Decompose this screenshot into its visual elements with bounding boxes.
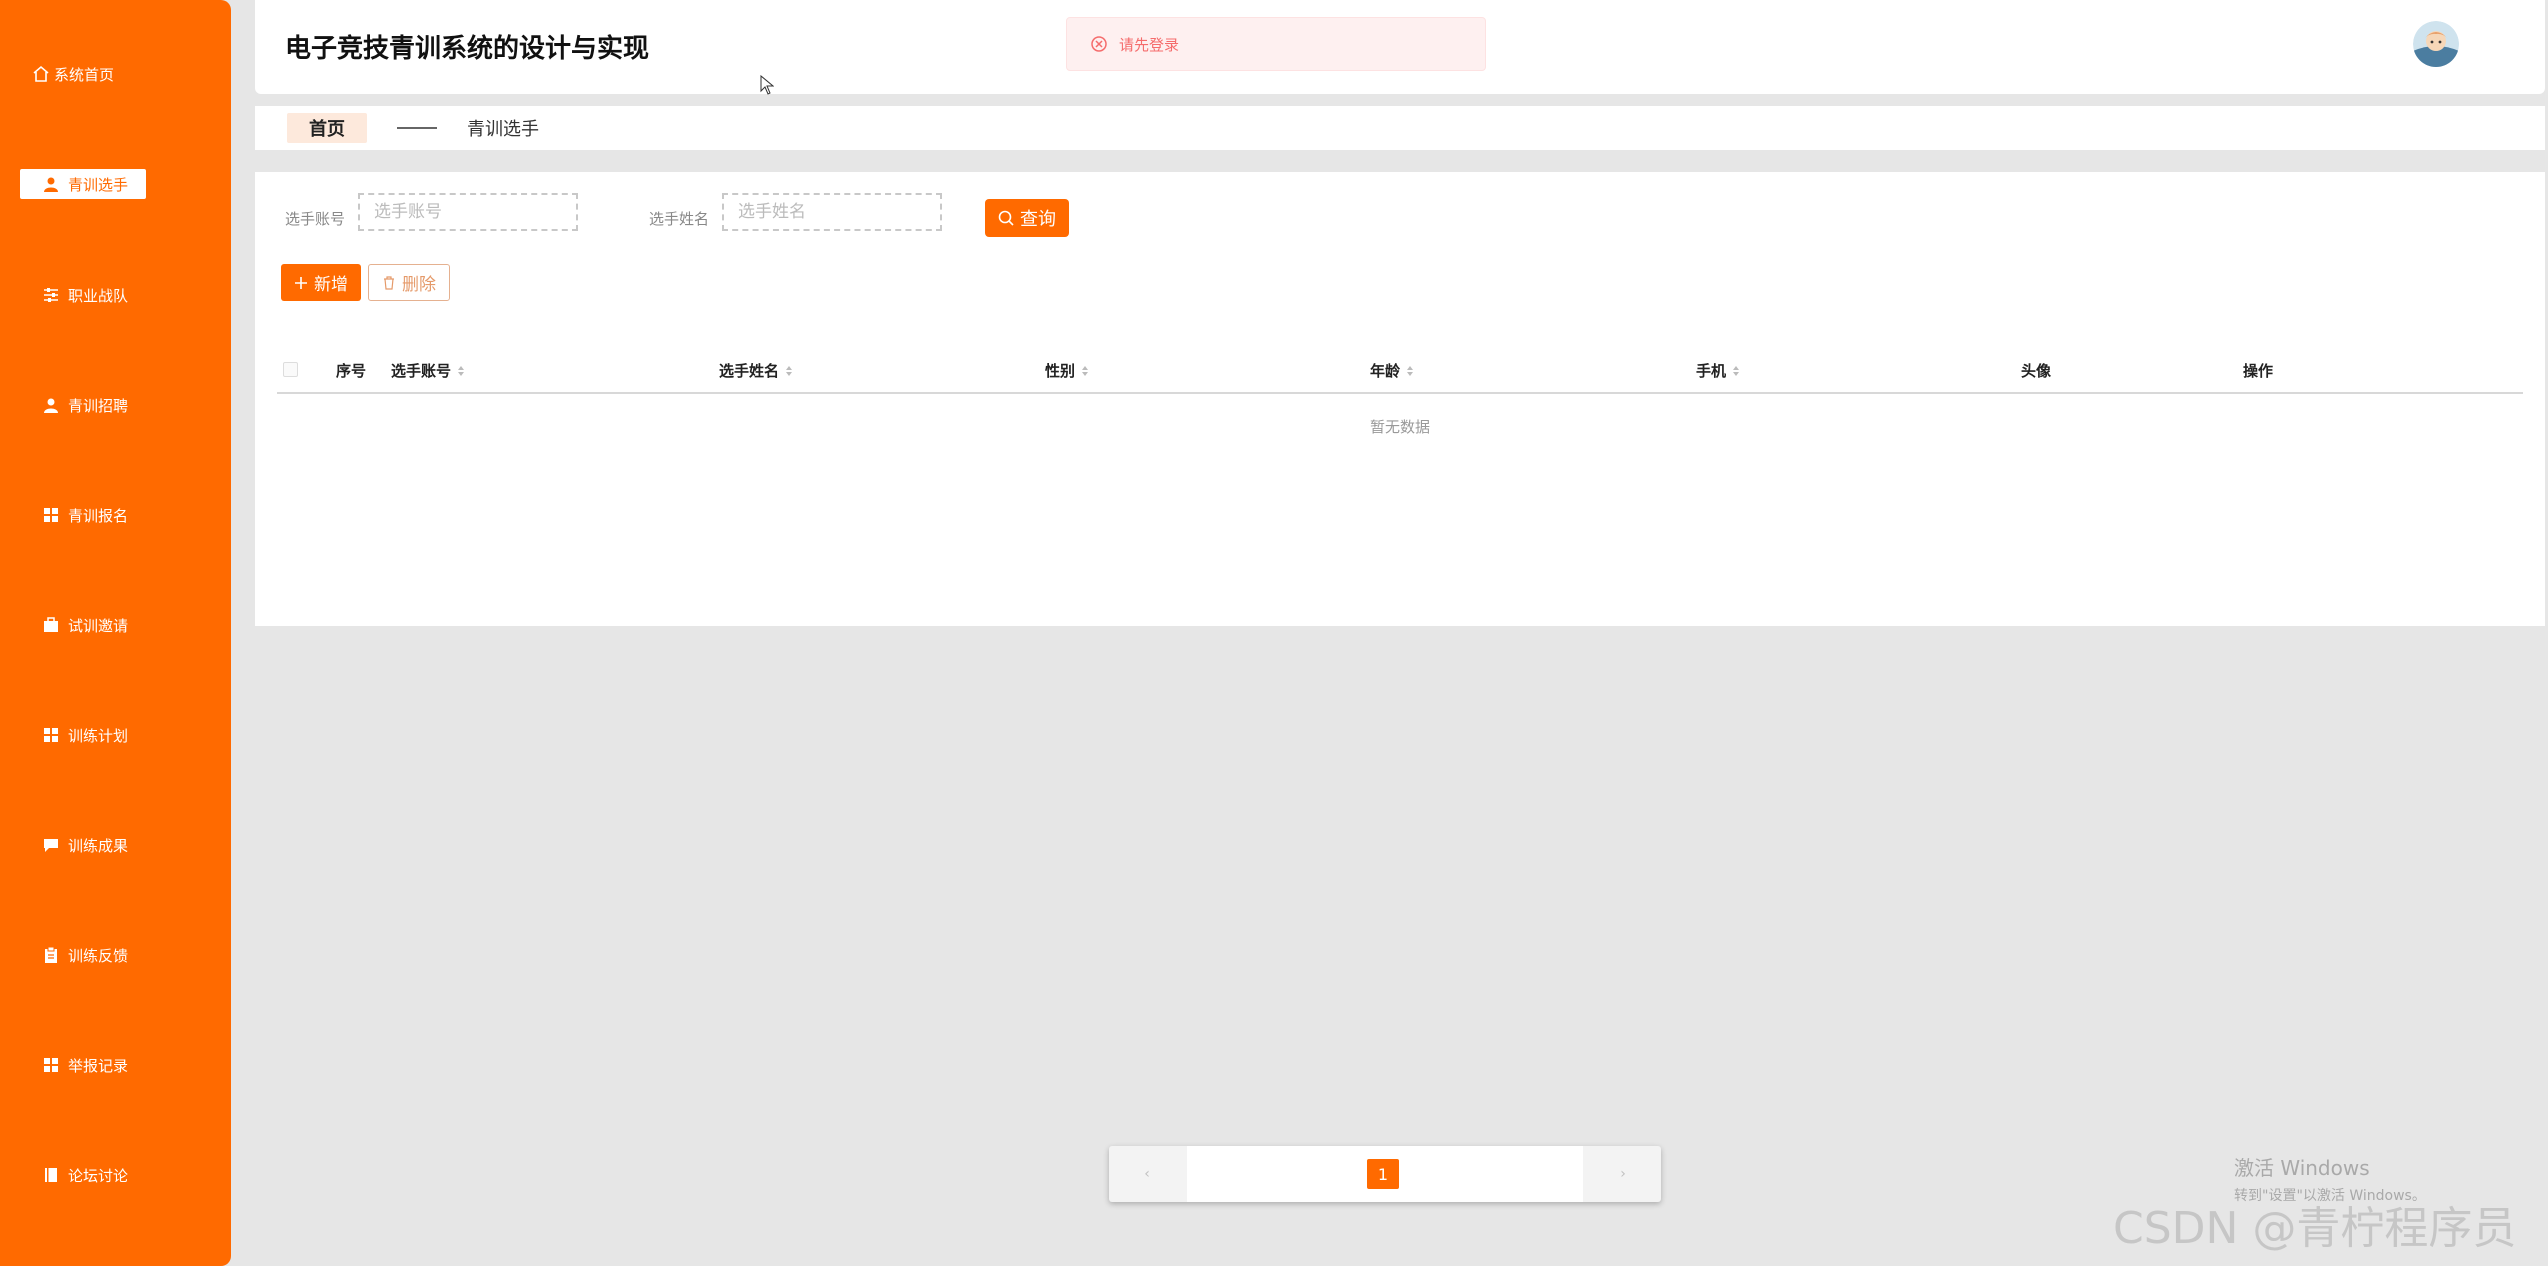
search-icon bbox=[998, 210, 1014, 226]
query-button[interactable]: 查询 bbox=[985, 199, 1069, 237]
column-header-gender[interactable]: 性别 bbox=[1045, 360, 1089, 381]
sidebar-item-trial-invite[interactable]: 试训邀请 bbox=[0, 605, 231, 645]
players-table: 序号 选手账号 选手姓名 性别 年龄 手机 头像 操作 暂无数据 bbox=[277, 346, 2523, 436]
sidebar-item-reports[interactable]: 举报记录 bbox=[0, 1045, 231, 1085]
add-button-label: 新增 bbox=[314, 275, 348, 295]
sidebar-item-players[interactable]: 青训选手 bbox=[0, 164, 231, 204]
top-header: 电子竞技青训系统的设计与实现 请先登录 bbox=[255, 0, 2545, 94]
query-button-label: 查询 bbox=[1020, 209, 1056, 230]
sidebar-item-label: 青训选手 bbox=[68, 175, 129, 194]
next-page-button[interactable]: › bbox=[1585, 1146, 1661, 1202]
pagination: ‹ 1 › bbox=[1109, 1146, 1661, 1202]
sidebar-item-label: 训练反馈 bbox=[68, 946, 129, 965]
mouse-cursor-icon bbox=[760, 74, 775, 99]
app-title: 电子竞技青训系统的设计与实现 bbox=[285, 34, 650, 64]
sidebar-item-label: 职业战队 bbox=[68, 286, 129, 305]
sort-icon[interactable] bbox=[1081, 365, 1089, 377]
clipboard-icon bbox=[42, 946, 60, 964]
sidebar: 系统首页 青训选手 职业战队 青训招聘 青训报名 试训邀请 训练计划 训练成果 … bbox=[0, 0, 231, 1266]
breadcrumb-current: 青训选手 bbox=[467, 119, 539, 140]
grid-icon bbox=[42, 506, 60, 524]
select-all-checkbox[interactable] bbox=[283, 362, 298, 377]
sidebar-item-label: 青训招聘 bbox=[68, 396, 129, 415]
grid-icon bbox=[42, 1056, 60, 1074]
breadcrumb-home[interactable]: 首页 bbox=[287, 113, 367, 143]
sort-icon[interactable] bbox=[457, 365, 465, 377]
account-search-input[interactable] bbox=[358, 193, 578, 231]
sidebar-item-label: 试训邀请 bbox=[68, 616, 129, 635]
sidebar-item-training-feedback[interactable]: 训练反馈 bbox=[0, 935, 231, 975]
delete-button-label: 删除 bbox=[402, 275, 436, 295]
user-avatar[interactable] bbox=[2413, 21, 2459, 67]
csdn-watermark: CSDN @青柠程序员 bbox=[2113, 1203, 2517, 1254]
column-header-actions: 操作 bbox=[2243, 362, 2274, 380]
login-required-toast: 请先登录 bbox=[1066, 17, 1486, 71]
sidebar-item-label: 训练计划 bbox=[68, 726, 129, 745]
main-panel: 选手账号 选手姓名 查询 新增 删除 序号 选手账号 选手姓名 bbox=[255, 172, 2545, 626]
name-label: 选手姓名 bbox=[649, 210, 710, 228]
chat-icon bbox=[42, 836, 60, 854]
briefcase-icon bbox=[42, 616, 60, 634]
sort-icon[interactable] bbox=[1732, 365, 1740, 377]
user-icon bbox=[42, 175, 60, 193]
error-circle-icon bbox=[1091, 36, 1107, 52]
sidebar-item-pro-teams[interactable]: 职业战队 bbox=[0, 275, 231, 315]
breadcrumb-separator bbox=[397, 127, 437, 129]
user-icon bbox=[42, 396, 60, 414]
column-header-index: 序号 bbox=[336, 362, 367, 380]
home-icon bbox=[32, 65, 50, 83]
name-search-input[interactable] bbox=[722, 193, 942, 231]
sidebar-item-label: 系统首页 bbox=[54, 65, 115, 84]
plus-icon bbox=[294, 276, 308, 290]
sidebar-item-label: 青训报名 bbox=[68, 506, 129, 525]
sidebar-item-training-plan[interactable]: 训练计划 bbox=[0, 715, 231, 755]
column-header-age[interactable]: 年龄 bbox=[1370, 360, 1414, 381]
sidebar-item-forum[interactable]: 论坛讨论 bbox=[0, 1155, 231, 1195]
sidebar-item-label: 举报记录 bbox=[68, 1056, 129, 1075]
column-header-account[interactable]: 选手账号 bbox=[391, 360, 465, 381]
account-label: 选手账号 bbox=[285, 210, 346, 228]
sidebar-item-registration[interactable]: 青训报名 bbox=[0, 495, 231, 535]
add-button[interactable]: 新增 bbox=[281, 264, 361, 301]
sidebar-item-recruitment[interactable]: 青训招聘 bbox=[0, 385, 231, 425]
table-header: 序号 选手账号 选手姓名 性别 年龄 手机 头像 操作 bbox=[277, 346, 2523, 394]
sort-icon[interactable] bbox=[1406, 365, 1414, 377]
column-header-name[interactable]: 选手姓名 bbox=[719, 360, 793, 381]
column-header-phone[interactable]: 手机 bbox=[1696, 360, 1740, 381]
trash-icon bbox=[382, 275, 396, 290]
delete-button[interactable]: 删除 bbox=[368, 264, 450, 301]
grid-icon bbox=[42, 726, 60, 744]
sidebar-item-home[interactable]: 系统首页 bbox=[0, 54, 231, 94]
sidebar-item-training-results[interactable]: 训练成果 bbox=[0, 825, 231, 865]
table-empty-text: 暂无数据 bbox=[1369, 418, 1430, 436]
sidebar-item-label: 论坛讨论 bbox=[68, 1166, 129, 1185]
sliders-icon bbox=[42, 286, 60, 304]
page-number-button[interactable]: 1 bbox=[1367, 1159, 1399, 1189]
sort-icon[interactable] bbox=[785, 365, 793, 377]
column-header-avatar: 头像 bbox=[2021, 362, 2052, 380]
prev-page-button[interactable]: ‹ bbox=[1109, 1146, 1185, 1202]
book-icon bbox=[42, 1166, 60, 1184]
toast-message: 请先登录 bbox=[1119, 35, 1180, 54]
breadcrumb: 首页 青训选手 bbox=[255, 106, 2545, 150]
pagination-pages: 1 bbox=[1187, 1146, 1583, 1202]
sidebar-item-label: 训练成果 bbox=[68, 836, 129, 855]
